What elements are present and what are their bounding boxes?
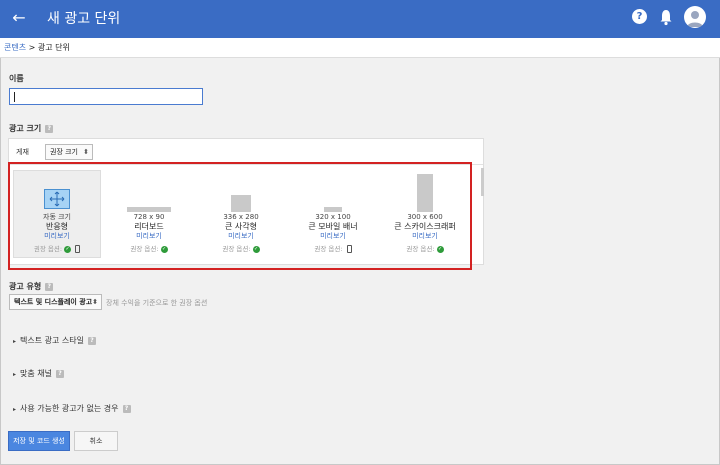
breadcrumb-current: 광고 단위	[37, 43, 70, 52]
expander-no-ads-available[interactable]: ▸ 사용 가능한 광고가 없는 경우?	[13, 403, 131, 414]
caret-right-icon: ▸	[13, 406, 17, 413]
cancel-button[interactable]: 취소	[74, 431, 118, 451]
caret-right-icon: ▸	[13, 338, 17, 345]
expander-label: 맞춤 채널	[20, 369, 52, 378]
caret-right-icon: ▸	[13, 371, 17, 378]
top-app-bar: ← 새 광고 단위 ?	[0, 0, 720, 38]
size-sort-value: 권장 크기	[50, 148, 78, 156]
ad-type-label: 광고 유형?	[9, 281, 54, 292]
save-and-generate-code-button[interactable]: 저장 및 코드 생성	[8, 431, 70, 451]
help-icon[interactable]: ?	[45, 282, 54, 291]
ad-type-label-text: 광고 유형	[9, 282, 42, 291]
ad-type-hint: 장체 수익을 기준으로 한 권장 옵션	[106, 299, 208, 307]
expander-label: 텍스트 광고 스타일	[20, 336, 84, 345]
help-icon[interactable]: ?	[87, 336, 96, 345]
display-label: 게재	[16, 148, 29, 156]
select-arrows-icon: ⬍	[92, 298, 98, 306]
name-input[interactable]	[9, 88, 203, 105]
ad-size-label: 광고 크기?	[9, 123, 54, 134]
account-avatar-icon[interactable]	[684, 6, 706, 28]
help-icon[interactable]: ?	[632, 9, 647, 24]
expander-custom-channels[interactable]: ▸ 맞춤 채널?	[13, 368, 64, 379]
expander-text-ad-style[interactable]: ▸ 텍스트 광고 스타일?	[13, 335, 96, 346]
help-icon[interactable]: ?	[45, 124, 54, 133]
breadcrumb-separator: >	[26, 43, 38, 52]
name-label: 이름	[9, 74, 24, 83]
arrow-back-icon[interactable]: ←	[10, 8, 28, 28]
panel-scrollbar[interactable]	[481, 168, 484, 196]
highlight-box	[8, 162, 472, 270]
size-sort-select[interactable]: 권장 크기 ⬍	[45, 144, 93, 160]
page-title: 새 광고 단위	[47, 11, 121, 27]
help-icon[interactable]: ?	[122, 404, 131, 413]
select-arrows-icon: ⬍	[83, 148, 89, 156]
breadcrumb: 콘텐츠 > 광고 단위	[0, 38, 720, 58]
ad-type-value: 텍스트 및 디스플레이 광고	[14, 298, 93, 306]
notification-bell-icon[interactable]	[659, 8, 673, 26]
help-icon[interactable]: ?	[56, 369, 64, 378]
breadcrumb-link-content[interactable]: 콘텐츠	[4, 43, 26, 52]
ad-size-label-text: 광고 크기	[9, 124, 42, 133]
ad-type-select[interactable]: 텍스트 및 디스플레이 광고 ⬍	[9, 294, 102, 310]
text-cursor	[14, 92, 15, 102]
expander-label: 사용 가능한 광고가 없는 경우	[20, 404, 119, 413]
